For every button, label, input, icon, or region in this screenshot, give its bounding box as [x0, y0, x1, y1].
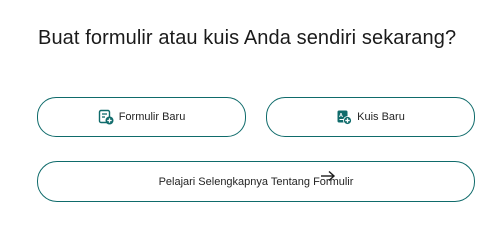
svg-text:A: A [339, 113, 343, 119]
learn-more-content: Pelajari Selengkapnya Tentang Formulir [159, 170, 353, 188]
form-add-icon [98, 109, 114, 125]
learn-more-button[interactable]: Pelajari Selengkapnya Tentang Formulir [37, 161, 475, 202]
new-form-button[interactable]: Formulir Baru [37, 97, 246, 137]
quiz-add-icon: A [336, 109, 353, 125]
new-form-label: Formulir Baru [118, 111, 186, 123]
new-quiz-label: Kuis Baru [357, 111, 405, 123]
new-quiz-button[interactable]: A Kuis Baru [266, 97, 475, 137]
arrow-right-icon [319, 169, 337, 183]
page-heading: Buat formulir atau kuis Anda sendiri sek… [38, 27, 457, 49]
